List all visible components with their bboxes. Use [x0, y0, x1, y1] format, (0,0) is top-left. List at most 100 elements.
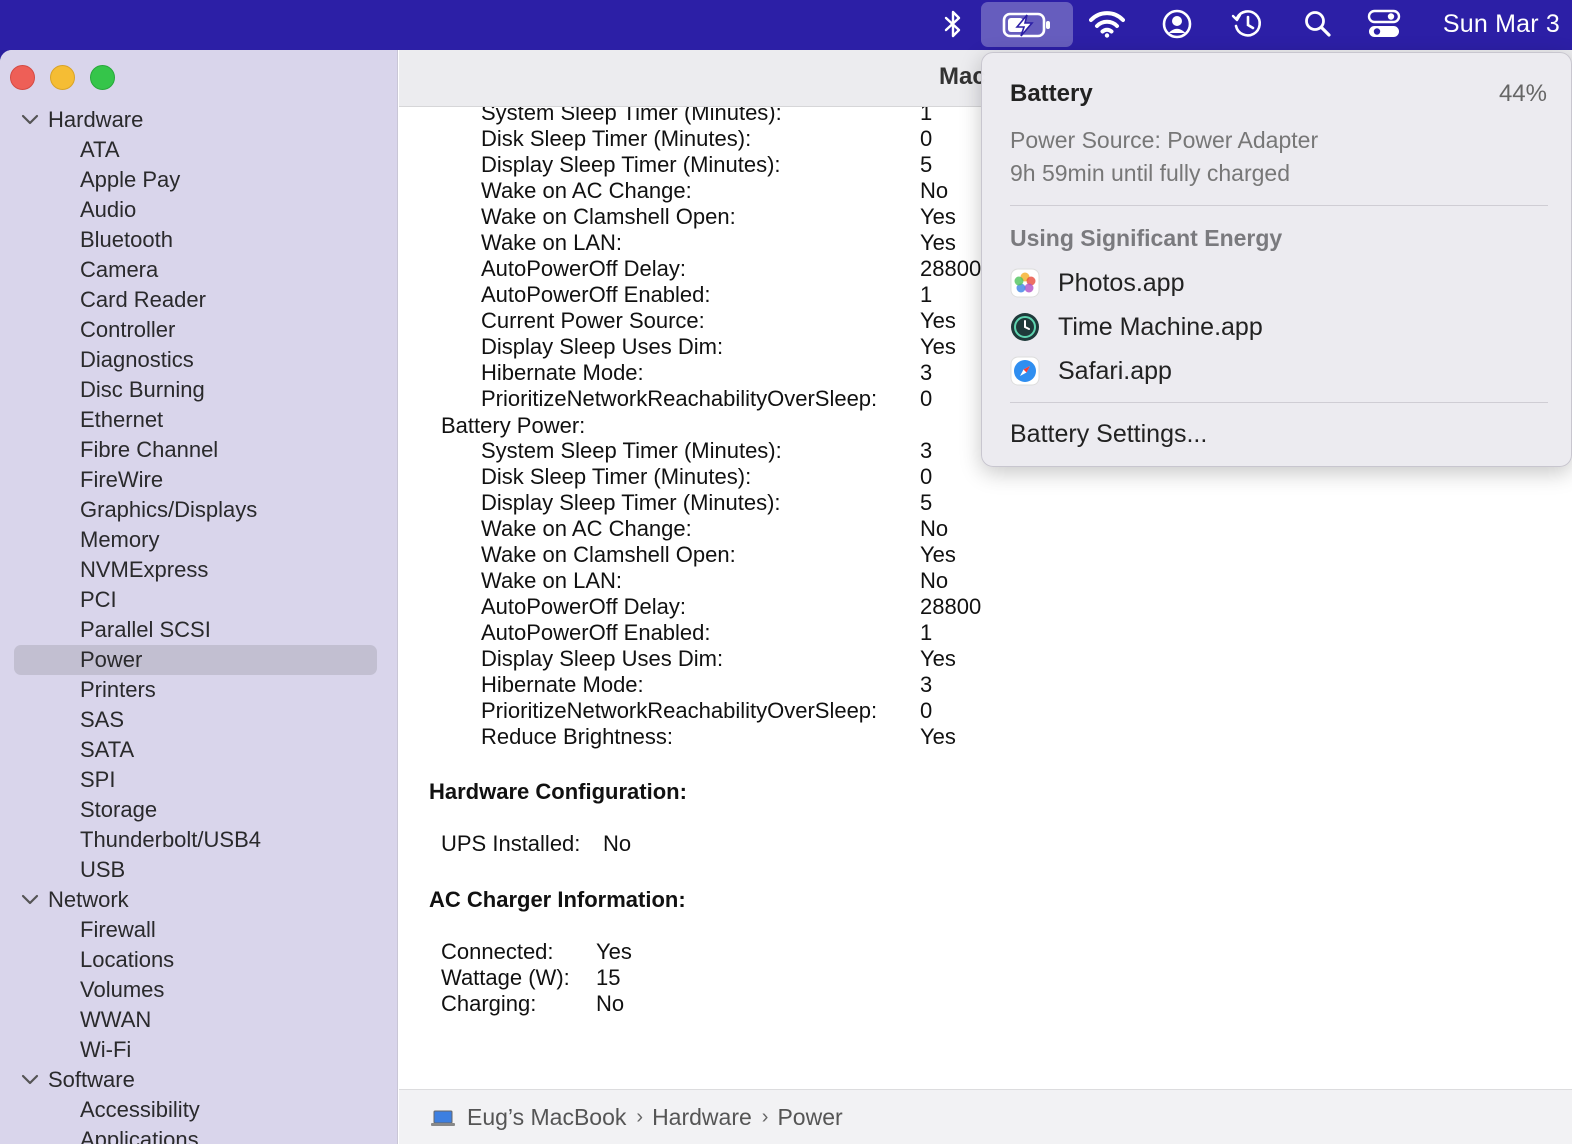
info-value: Yes [920, 724, 956, 749]
sidebar-item-wwan[interactable]: WWAN [0, 1005, 398, 1035]
sidebar-item-ethernet[interactable]: Ethernet [0, 405, 398, 435]
info-value: 3 [920, 672, 933, 697]
sidebar-item-apple-pay[interactable]: Apple Pay [0, 165, 398, 195]
sidebar-section-label: Network [48, 887, 129, 912]
sidebar-item-sas[interactable]: SAS [0, 705, 398, 735]
sidebar-item-label: Accessibility [80, 1097, 200, 1122]
info-value: 5 [920, 152, 933, 177]
zoom-button[interactable] [90, 65, 115, 90]
sidebar-item-label: Storage [80, 797, 158, 822]
menu-divider [1010, 205, 1548, 206]
sidebar-item-nvmexpress[interactable]: NVMExpress [0, 555, 398, 585]
sidebar-item-label: Audio [80, 197, 137, 222]
sidebar-item-power[interactable]: Power [0, 645, 398, 675]
sidebar-item-sata[interactable]: SATA [0, 735, 398, 765]
time-machine-icon[interactable] [1230, 0, 1264, 48]
sidebar-item-applications[interactable]: Applications [0, 1125, 398, 1144]
sidebar-item-label: Power [80, 647, 143, 672]
sidebar-item-parallel-scsi[interactable]: Parallel SCSI [0, 615, 398, 645]
sidebar-item-firewall[interactable]: Firewall [0, 915, 398, 945]
info-row: AutoPowerOff Enabled: 1 [481, 620, 1181, 646]
sidebar-item-accessibility[interactable]: Accessibility [0, 1095, 398, 1125]
sidebar-item-printers[interactable]: Printers [0, 675, 398, 705]
sidebar-item-bluetooth[interactable]: Bluetooth [0, 225, 398, 255]
battery-power-heading: Battery Power: [441, 413, 586, 438]
info-value: 3 [920, 438, 933, 463]
sidebar-item-label: Thunderbolt/USB4 [80, 827, 261, 852]
spotlight-search-icon[interactable] [1302, 0, 1334, 48]
info-row: UPS Installed: No [441, 831, 1141, 857]
sidebar-item-label: Fibre Channel [80, 437, 219, 462]
info-value: 1 [920, 620, 933, 645]
sidebar-section-network[interactable]: Network [0, 885, 398, 915]
sidebar-item-label: WWAN [80, 1007, 152, 1032]
sidebar-item-camera[interactable]: Camera [0, 255, 398, 285]
info-value: No [603, 831, 632, 856]
sidebar-item-thunderbolt-usb4[interactable]: Thunderbolt/USB4 [0, 825, 398, 855]
sidebar-item-spi[interactable]: SPI [0, 765, 398, 795]
sidebar-section-software[interactable]: Software [0, 1065, 398, 1095]
sidebar-item-label: Apple Pay [80, 167, 181, 192]
info-value: Yes [596, 939, 632, 964]
close-button[interactable] [10, 65, 35, 90]
battery-menu: Battery 44% Power Source: Power Adapter … [981, 52, 1572, 467]
control-center-icon[interactable] [1366, 0, 1402, 48]
sidebar-item-volumes[interactable]: Volumes [0, 975, 398, 1005]
battery-charging-icon[interactable] [981, 2, 1073, 47]
sidebar-item-audio[interactable]: Audio [0, 195, 398, 225]
menu-bar-clock[interactable]: Sun Mar 3 [1420, 0, 1560, 48]
chevron-down-icon[interactable] [21, 1074, 39, 1086]
info-key: PrioritizeNetworkReachabilityOverSleep: [481, 386, 878, 411]
info-key: AutoPowerOff Delay: [481, 256, 687, 281]
info-key: Display Sleep Timer (Minutes): [481, 152, 781, 177]
chevron-down-icon[interactable] [21, 114, 39, 126]
info-row: Wake on LAN: No [481, 568, 1181, 594]
sidebar-item-label: Applications [80, 1127, 199, 1144]
sidebar-item-fibre-channel[interactable]: Fibre Channel [0, 435, 398, 465]
info-row: Disk Sleep Timer (Minutes): 0 [481, 464, 1181, 490]
path-section[interactable]: Hardware [652, 1104, 752, 1131]
sidebar-item-wi-fi[interactable]: Wi-Fi [0, 1035, 398, 1065]
sidebar-item-usb[interactable]: USB [0, 855, 398, 885]
battery-menu-title: Battery [1010, 80, 1093, 107]
sidebar-item-memory[interactable]: Memory [0, 525, 398, 555]
sidebar-item-card-reader[interactable]: Card Reader [0, 285, 398, 315]
sidebar-item-disc-burning[interactable]: Disc Burning [0, 375, 398, 405]
info-key: Display Sleep Uses Dim: [481, 646, 724, 671]
energy-app-photos[interactable]: Photos.app [1010, 267, 1185, 299]
sidebar-item-label: Wi-Fi [80, 1037, 132, 1062]
chevron-down-icon[interactable] [21, 894, 39, 906]
energy-app-safari[interactable]: Safari.app [1010, 355, 1172, 387]
path-separator-icon: › [761, 1105, 769, 1128]
sidebar-item-storage[interactable]: Storage [0, 795, 398, 825]
wifi-icon[interactable] [1088, 0, 1126, 48]
bluetooth-icon[interactable] [936, 0, 970, 48]
info-value: No [596, 991, 625, 1016]
battery-settings-item[interactable]: Battery Settings... [1010, 420, 1207, 449]
charge-time-text: 9h 59min until fully charged [1010, 160, 1290, 186]
sidebar-item-label: FireWire [80, 467, 164, 492]
sidebar-item-diagnostics[interactable]: Diagnostics [0, 345, 398, 375]
minimize-button[interactable] [50, 65, 75, 90]
sidebar-item-ata[interactable]: ATA [0, 135, 398, 165]
info-value: 5 [920, 490, 933, 515]
laptop-icon [431, 1110, 455, 1126]
path-page[interactable]: Power [777, 1104, 842, 1131]
sidebar-item-controller[interactable]: Controller [0, 315, 398, 345]
sidebar-item-pci[interactable]: PCI [0, 585, 398, 615]
info-key: System Sleep Timer (Minutes): [481, 107, 782, 125]
sidebar-item-locations[interactable]: Locations [0, 945, 398, 975]
sidebar-item-label: Controller [80, 317, 176, 342]
energy-app-time-machine[interactable]: Time Machine.app [1010, 311, 1263, 343]
sidebar-item-firewire[interactable]: FireWire [0, 465, 398, 495]
sidebar-item-label: Graphics/Displays [80, 497, 258, 522]
info-key: Wake on AC Change: [481, 178, 692, 203]
info-value: 1 [920, 107, 933, 125]
safari-app-icon [1010, 356, 1040, 386]
info-key: Reduce Brightness: [481, 724, 673, 749]
user-icon[interactable] [1160, 0, 1194, 48]
sidebar-item-graphics-displays[interactable]: Graphics/Displays [0, 495, 398, 525]
sidebar-section-hardware[interactable]: Hardware [0, 105, 398, 135]
path-computer[interactable]: Eug’s MacBook [467, 1104, 626, 1131]
window-title: Mac [939, 63, 986, 90]
